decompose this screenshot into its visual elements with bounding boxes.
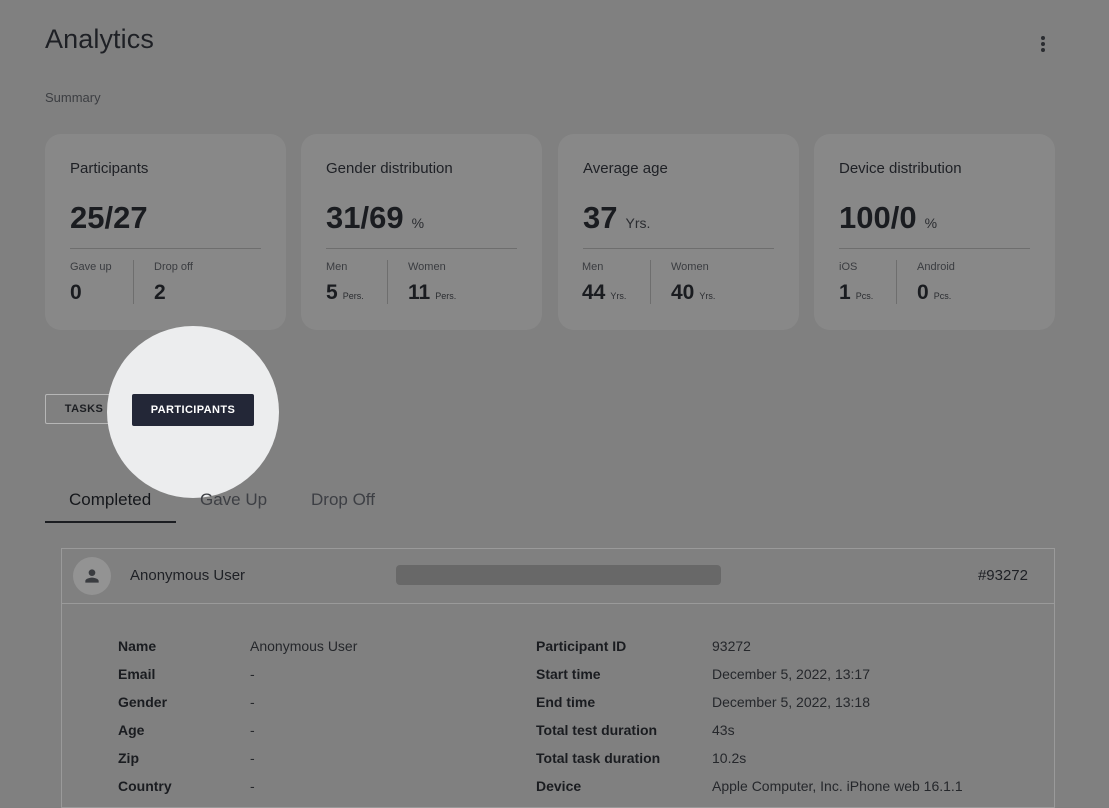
detail-value: - xyxy=(250,666,255,682)
detail-label: Total task duration xyxy=(536,750,661,766)
card-gender-distribution: Gender distribution 31/69% Men 5 Pers. Wo… xyxy=(301,134,542,330)
card-sub-label: Women xyxy=(408,261,446,273)
participants-button[interactable]: PARTICIPANTS xyxy=(132,394,254,426)
card-vertical-divider xyxy=(387,260,388,304)
more-vert-icon[interactable] xyxy=(1035,32,1051,56)
card-value: 37 Yrs. xyxy=(583,200,651,235)
card-title: Gender distribution xyxy=(326,160,453,177)
detail-value: - xyxy=(250,778,255,794)
detail-label: Gender xyxy=(118,694,168,710)
detail-label: End time xyxy=(536,694,596,710)
card-vertical-divider xyxy=(650,260,651,304)
card-device-distribution: Device distribution 100/0% iOS 1 Pcs. And… xyxy=(814,134,1055,330)
participant-panel: Anonymous User #93272 Name Anonymous Use… xyxy=(61,548,1055,808)
detail-value: December 5, 2022, 13:17 xyxy=(712,666,870,682)
detail-label: Email xyxy=(118,666,156,682)
card-sub-label: Men xyxy=(582,261,604,273)
card-title: Participants xyxy=(70,160,149,177)
person-icon xyxy=(85,569,99,583)
page-title: Analytics xyxy=(45,24,154,54)
detail-value: 43s xyxy=(712,722,735,738)
card-sub-label: Drop off xyxy=(154,261,193,273)
detail-value: Apple Computer, Inc. iPhone web 16.1.1 xyxy=(712,778,963,794)
detail-label: Age xyxy=(118,722,145,738)
tab-gave-up[interactable]: Gave Up xyxy=(200,490,267,510)
participant-name: Anonymous User xyxy=(130,567,246,584)
card-sub-value: 11 Pers. xyxy=(408,281,457,304)
card-sub-label: Android xyxy=(917,261,955,273)
participant-id: #93272 xyxy=(977,567,1028,584)
tab-drop-off[interactable]: Drop Off xyxy=(311,490,375,510)
card-sub-value: 5 Pers. xyxy=(326,281,364,304)
detail-label: Total test duration xyxy=(536,722,658,738)
card-vertical-divider xyxy=(896,260,897,304)
card-average-age: Average age 37 Yrs. Men 44 Yrs. Women 40 Yr… xyxy=(558,134,799,330)
detail-value: - xyxy=(250,750,255,766)
detail-value: - xyxy=(250,694,255,710)
detail-label: Name xyxy=(118,638,157,654)
card-sub-label: iOS xyxy=(839,261,858,273)
redacted-bar xyxy=(396,565,721,585)
detail-value: December 5, 2022, 13:18 xyxy=(712,694,870,710)
detail-value: - xyxy=(250,722,255,738)
card-divider xyxy=(839,248,1030,249)
card-sub-value: 44 Yrs. xyxy=(582,281,627,304)
card-sub-label: Women xyxy=(671,261,709,273)
card-sub-label: Gave up xyxy=(70,261,112,273)
active-tab-indicator xyxy=(45,521,176,523)
card-value: 100/0% xyxy=(839,200,938,235)
card-divider xyxy=(70,248,261,249)
card-sub-value: 40 Yrs. xyxy=(671,281,716,304)
card-sub-value: 1 Pcs. xyxy=(839,281,874,304)
card-title: Device distribution xyxy=(839,160,962,177)
card-participants: Participants 25/27 Gave up 0 Drop off 2 xyxy=(45,134,286,330)
detail-value: Anonymous User xyxy=(250,638,358,654)
detail-value: 10.2s xyxy=(712,750,747,766)
card-value: 25/27 xyxy=(70,200,148,235)
detail-label: Device xyxy=(536,778,582,794)
card-sub-label: Men xyxy=(326,261,348,273)
card-title: Average age xyxy=(583,160,668,177)
detail-label: Start time xyxy=(536,666,601,682)
card-value: 31/69% xyxy=(326,200,425,235)
detail-value: 93272 xyxy=(712,638,751,654)
detail-label: Zip xyxy=(118,750,139,766)
card-sub-value: 0 Pcs. xyxy=(917,281,952,304)
card-sub-value: 2 xyxy=(154,281,166,304)
detail-label: Country xyxy=(118,778,172,794)
card-sub-value: 0 xyxy=(70,281,82,304)
avatar xyxy=(73,557,111,595)
card-divider xyxy=(583,248,774,249)
summary-label: Summary xyxy=(45,90,101,105)
tab-completed[interactable]: Completed xyxy=(69,490,151,510)
participant-header[interactable]: Anonymous User #93272 xyxy=(62,549,1054,604)
detail-label: Participant ID xyxy=(536,638,627,654)
card-divider xyxy=(326,248,517,249)
card-vertical-divider xyxy=(133,260,134,304)
